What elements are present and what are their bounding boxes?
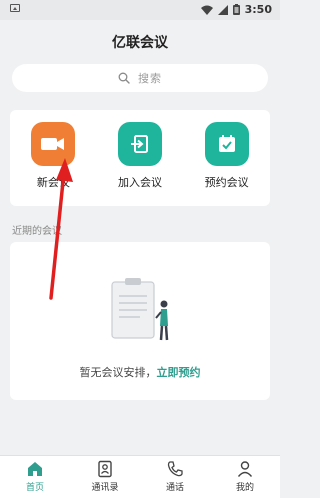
- quick-actions-card: 新会议 加入会议 预约会议: [10, 110, 270, 206]
- video-camera-icon: [31, 122, 76, 166]
- nav-home-label: 首页: [25, 483, 44, 493]
- new-meeting-label: 新会议: [36, 176, 70, 189]
- nav-profile-label: 我的: [235, 483, 254, 493]
- search-bar[interactable]: 搜索: [12, 64, 268, 92]
- schedule-now-link[interactable]: 立即预约: [157, 366, 201, 379]
- join-icon: [117, 122, 162, 166]
- wifi-icon: [200, 5, 213, 15]
- empty-state-text: 暂无会议安排，: [79, 366, 157, 379]
- phone-icon: [167, 461, 183, 477]
- page-title: 亿联会议: [112, 35, 168, 51]
- search-icon: [118, 72, 130, 84]
- contacts-icon: [98, 460, 112, 478]
- recent-meetings-card: 暂无会议安排，立即预约: [10, 242, 270, 400]
- battery-icon: [232, 4, 240, 15]
- join-meeting-label: 加入会议: [117, 176, 162, 189]
- nav-profile[interactable]: 我的: [210, 456, 280, 498]
- calendar-check-icon: [204, 122, 249, 166]
- empty-state-message: 暂无会议安排，立即预约: [10, 364, 270, 380]
- recent-meetings-title: 近期的会议: [12, 226, 62, 237]
- person-icon: [237, 461, 253, 477]
- nav-calls[interactable]: 通话: [140, 456, 210, 498]
- status-time: 3:50: [244, 3, 272, 16]
- status-bar: 3:50: [0, 0, 280, 20]
- search-placeholder: 搜索: [138, 72, 162, 85]
- empty-clipboard-illustration: [111, 278, 169, 341]
- app-header: 亿联会议: [0, 20, 280, 58]
- schedule-meeting-button[interactable]: 预约会议: [192, 122, 262, 206]
- gallery-notification-icon: [10, 4, 20, 12]
- new-meeting-button[interactable]: 新会议: [18, 122, 88, 206]
- nav-contacts[interactable]: 通讯录: [70, 456, 140, 498]
- nav-contacts-label: 通讯录: [91, 483, 119, 493]
- join-meeting-button[interactable]: 加入会议: [105, 122, 175, 206]
- status-icons: 3:50: [200, 3, 272, 16]
- schedule-meeting-label: 预约会议: [204, 176, 249, 189]
- home-icon: [28, 462, 42, 476]
- bottom-navigation: 首页 通讯录 通话 我的: [0, 455, 280, 498]
- nav-calls-label: 通话: [165, 483, 184, 493]
- nav-home[interactable]: 首页: [0, 456, 70, 498]
- signal-icon: [217, 4, 228, 15]
